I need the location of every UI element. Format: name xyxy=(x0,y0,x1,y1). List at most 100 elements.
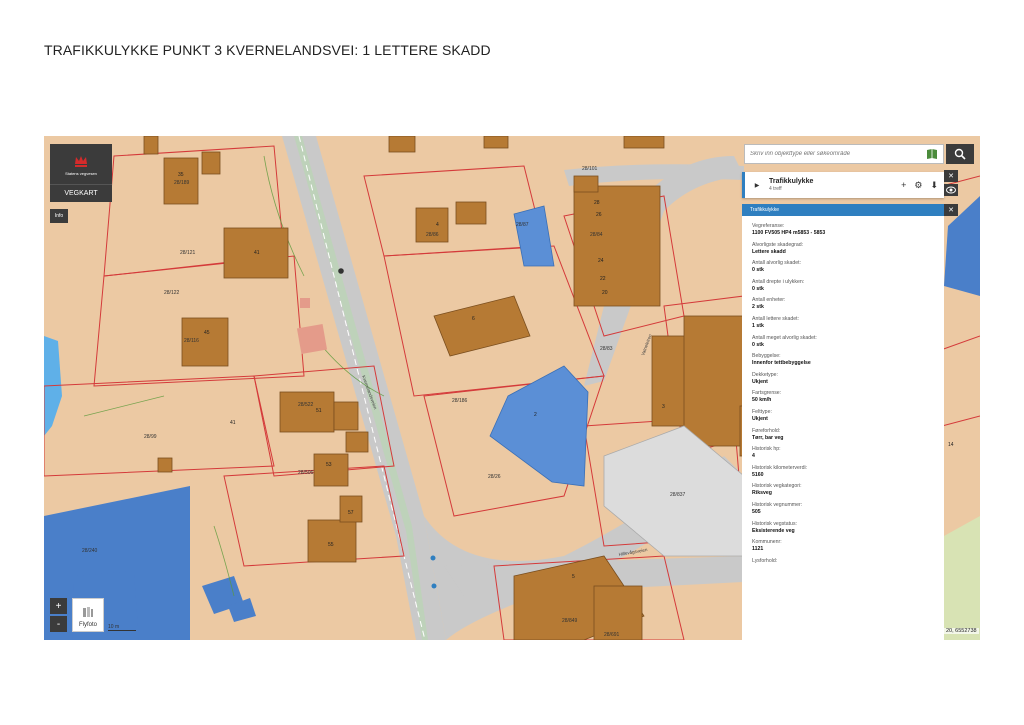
svg-text:28/83: 28/83 xyxy=(600,346,613,352)
svg-text:6: 6 xyxy=(472,316,475,322)
property-label: Historisk vegstatus: xyxy=(752,520,797,527)
close-detail-button[interactable]: ✕ xyxy=(944,204,958,216)
property-item: Vegreferanse: 1100 FV505 HP4 m5853 - 5853 xyxy=(752,223,934,237)
result-row-trafikkulykke[interactable]: ▶ Trafikkulykke 4 treff + ⚙ ⬇ xyxy=(742,172,944,198)
eye-icon xyxy=(946,186,956,194)
property-label: Fartsgrense: xyxy=(752,390,782,397)
svg-text:20: 20 xyxy=(602,290,608,296)
svg-text:28/99: 28/99 xyxy=(144,434,157,440)
property-label: Dekketype: xyxy=(752,371,778,378)
property-item: Kommunenr: 1121 xyxy=(752,539,934,553)
property-value: Innenfor tettbebyggelse xyxy=(752,360,811,367)
svg-text:28/87: 28/87 xyxy=(516,222,529,228)
property-label: Vegreferanse: xyxy=(752,223,785,229)
detail-panel[interactable]: Vegreferanse: 1100 FV505 HP4 m5853 - 5853… xyxy=(742,216,944,640)
svg-text:28/86: 28/86 xyxy=(426,232,439,238)
property-item: Historisk vegnummer: 505 xyxy=(752,502,934,516)
property-value: 0 stk xyxy=(752,285,764,292)
close-results-button[interactable]: ✕ xyxy=(944,170,958,182)
flyfoto-button[interactable]: Flyfoto xyxy=(72,598,104,632)
page-title: TRAFIKKULYKKE PUNKT 3 KVERNELANDSVEI: 1 … xyxy=(44,42,491,58)
svg-text:14: 14 xyxy=(948,442,954,448)
property-label: Antall drepte i ulykken: xyxy=(752,278,805,285)
svg-text:28/186: 28/186 xyxy=(452,398,468,404)
map-view[interactable]: 28/189 28/121 28/122 28/116 28/99 28/522… xyxy=(44,136,980,640)
add-icon[interactable]: + xyxy=(901,180,906,190)
expand-arrow-icon[interactable]: ▶ xyxy=(751,182,763,189)
property-value: Lettere skadd xyxy=(752,248,786,255)
svg-text:28/522: 28/522 xyxy=(298,402,314,408)
property-value: 0 stk xyxy=(752,341,764,348)
svg-text:3: 3 xyxy=(662,404,665,410)
info-button[interactable]: Info xyxy=(50,209,68,223)
property-label: Lysforhold: xyxy=(752,557,778,564)
property-item: Antall alvorlig skadet: 0 stk xyxy=(752,260,934,274)
statens-vegvesen-logo[interactable]: Statens vegvesen xyxy=(50,144,112,184)
property-item: Føreforhold: Tørr, bar veg xyxy=(752,428,934,442)
svg-text:4: 4 xyxy=(436,222,439,228)
svg-text:45: 45 xyxy=(204,330,210,336)
svg-text:41: 41 xyxy=(230,420,236,426)
property-value: 5160 xyxy=(752,471,764,478)
property-label: Antall alvorlig skadet: xyxy=(752,260,802,267)
svg-text:57: 57 xyxy=(348,510,354,516)
zoom-in-button[interactable]: + xyxy=(50,598,67,614)
property-item: Historisk vegkategori: Riksveg xyxy=(752,483,934,497)
svg-text:22: 22 xyxy=(600,276,606,282)
search-box[interactable] xyxy=(744,144,944,164)
svg-text:2: 2 xyxy=(534,412,537,418)
zoom-out-button[interactable]: - xyxy=(50,616,67,632)
property-item: Bebyggelse: Innenfor tettbebyggelse xyxy=(752,353,934,367)
download-icon[interactable]: ⬇ xyxy=(930,180,938,190)
result-title: Trafikkulykke xyxy=(769,178,814,185)
property-label: Antall enheter: xyxy=(752,297,786,304)
svg-text:28/691: 28/691 xyxy=(604,632,620,638)
coordinate-readout: 20, 6552738 xyxy=(944,628,979,634)
property-item: Fartsgrense: 50 km/h xyxy=(752,390,934,404)
search-input[interactable] xyxy=(745,145,925,163)
property-value: 505 xyxy=(752,508,761,515)
property-label: Historisk vegkategori: xyxy=(752,483,802,490)
search-button[interactable] xyxy=(946,144,974,164)
property-label: Historisk kilometerverdi: xyxy=(752,464,808,471)
property-label: Antall meget alvorlig skadet: xyxy=(752,334,817,341)
property-label: Historisk vegnummer: xyxy=(752,501,803,508)
visibility-toggle[interactable] xyxy=(944,184,958,196)
property-value: Ukjent xyxy=(752,415,768,422)
property-item: Alvorligste skadegrad: Lettere skadd xyxy=(752,242,934,256)
settings-icon[interactable]: ⚙ xyxy=(914,180,922,190)
property-label: Alvorligste skadegrad: xyxy=(752,241,804,248)
property-item: Dekketype: Ukjent xyxy=(752,372,934,386)
property-label: Felttype: xyxy=(752,408,772,415)
vegkart-button[interactable]: VEGKART xyxy=(50,184,112,202)
svg-text:53: 53 xyxy=(326,462,332,468)
property-value: 4 xyxy=(752,453,755,460)
property-item: Historisk hp: 4 xyxy=(752,446,934,460)
svg-text:28/189: 28/189 xyxy=(174,180,190,186)
svg-text:28/837: 28/837 xyxy=(670,492,686,498)
property-value: 1121 xyxy=(752,546,764,553)
result-count: 4 treff xyxy=(769,186,782,192)
property-value: 1 stk xyxy=(752,322,764,329)
svg-text:24: 24 xyxy=(598,258,604,264)
property-value: Tørr, bar veg xyxy=(752,434,784,441)
property-item: Antall enheter: 2 stk xyxy=(752,297,934,311)
svg-text:26: 26 xyxy=(596,212,602,218)
book-icon[interactable] xyxy=(925,147,939,161)
svg-text:41: 41 xyxy=(254,250,260,256)
svg-text:28: 28 xyxy=(594,200,600,206)
svg-text:55: 55 xyxy=(328,542,334,548)
svg-text:28/849: 28/849 xyxy=(562,618,578,624)
property-value: Riksveg xyxy=(752,490,772,497)
detail-header: Trafikkulykke xyxy=(742,204,944,216)
property-value: 50 km/h xyxy=(752,397,772,404)
logo-text: Statens vegvesen xyxy=(65,170,97,176)
svg-text:28/116: 28/116 xyxy=(184,338,199,344)
svg-text:28/101: 28/101 xyxy=(582,166,598,172)
svg-text:28/26: 28/26 xyxy=(488,474,501,480)
svg-text:28/84: 28/84 xyxy=(590,232,603,238)
property-label: Kommunenr: xyxy=(752,539,782,546)
property-value: 2 stk xyxy=(752,304,764,311)
property-value: Ukjent xyxy=(752,378,768,385)
svg-text:35: 35 xyxy=(178,172,184,178)
